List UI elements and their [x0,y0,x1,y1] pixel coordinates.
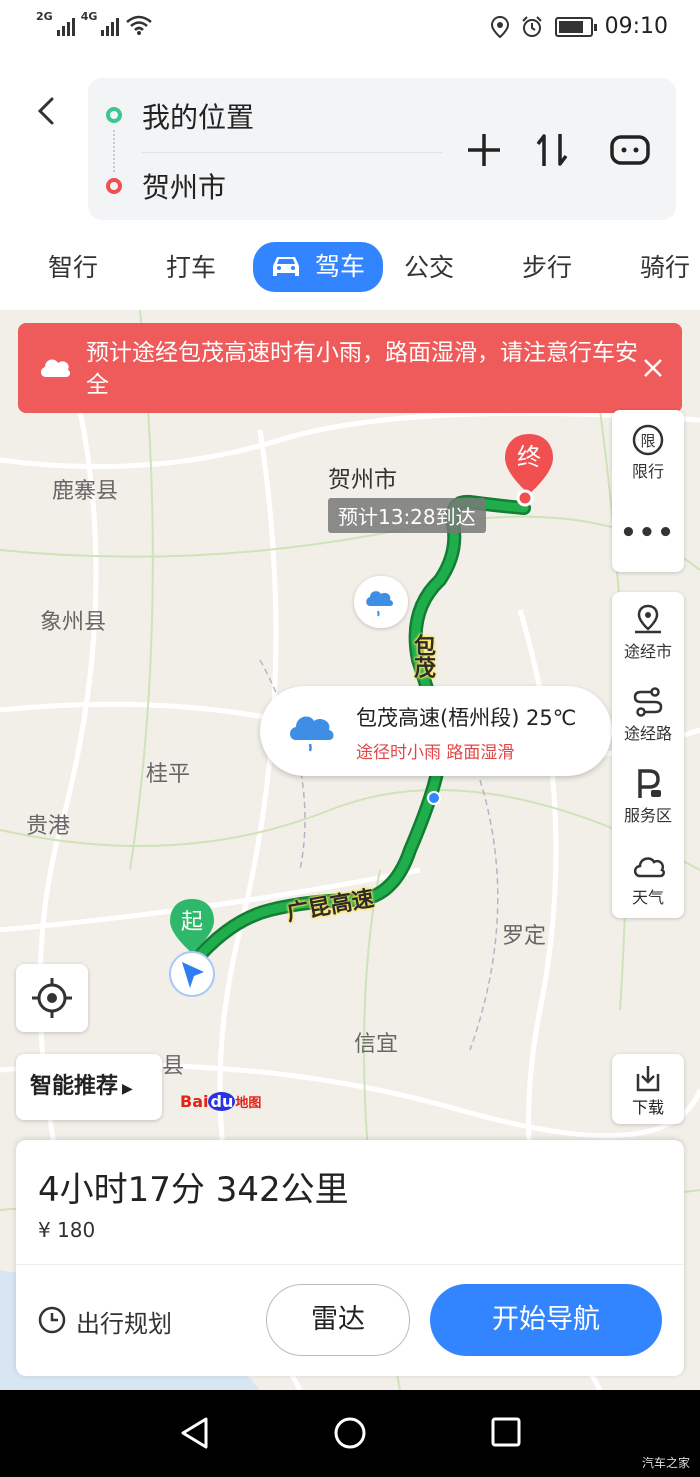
swap-route-icon[interactable] [532,130,572,170]
battery-icon [554,16,597,37]
route-summary-card: 4小时17分 342公里 ¥ 180 出行规划 雷达 开始导航 [16,1140,684,1376]
via-road-button[interactable]: 途经路 [612,686,684,744]
weather-marker[interactable] [354,576,408,628]
route-preference-icon[interactable] [608,130,652,170]
status-right: 09:10 [490,14,668,39]
location-icon [490,15,509,38]
car-icon [273,257,299,276]
signal-2g-icon: 2G [36,11,75,36]
smart-recommend-button[interactable]: 智能推荐 ▶ [16,1054,162,1120]
map-pin-icon [635,604,661,634]
signal-4g-icon: 4G [81,11,120,36]
wifi-icon [126,15,153,35]
weather-button[interactable]: 天气 [612,850,684,908]
download-icon [636,1066,660,1092]
tab-bike[interactable]: 骑行 [640,248,690,288]
tab-walk[interactable]: 步行 [522,248,572,288]
parking-icon [638,769,661,798]
tab-driving[interactable]: 驾车 [253,242,384,292]
alert-text: 预计途经包茂高速时有小雨，路面湿滑，请注意行车安全 [86,340,638,398]
service-area-button[interactable]: 服务区 [612,768,684,826]
add-waypoint-icon[interactable] [464,130,504,170]
weather-subtitle: 途径时小雨 路面湿滑 [356,743,515,763]
back-triangle-icon[interactable] [178,1416,212,1450]
svg-text:限: 限 [640,432,655,450]
place-label: 鹿寨县 [52,479,119,504]
clock-icon [38,1306,66,1334]
transport-tabs: 智行 打车 驾车 公交 步行 骑行 [0,240,700,296]
cloud-icon [40,359,71,377]
place-label: 象州县 [40,610,107,635]
eta-label: 预计13:28到达 [328,498,486,533]
tab-bus[interactable]: 公交 [404,248,454,288]
place-label: 县 [162,1054,185,1079]
route-weather-card[interactable]: 包茂高速(梧州段) 25℃ 途径时小雨 路面湿滑 [260,686,612,776]
svg-text:终: 终 [517,443,541,471]
toll-cost: ¥ 180 [38,1218,96,1242]
alarm-icon [521,15,542,37]
route-input-box: 我的位置 贺州市 [88,78,676,220]
route-icon [633,687,663,717]
close-icon[interactable] [640,355,666,381]
cloud-icon [633,857,665,878]
current-location-arrow-icon [168,950,216,998]
duration-distance: 4小时17分 342公里 [38,1170,349,1210]
waypoint-marker [427,791,441,805]
route-header: 我的位置 贺州市 智行 打车 驾车 公交 步行 骑行 [0,60,700,310]
restriction-icon: 限 [632,424,664,456]
network-indicators: 2G 4G [36,11,153,36]
place-label: 罗定 [502,924,547,949]
crosshair-icon [32,978,72,1018]
download-button[interactable]: 下载 [612,1054,684,1124]
weather-title: 包茂高速(梧州段) 25℃ [356,706,577,730]
home-circle-icon[interactable] [333,1416,367,1450]
place-label: 桂平 [146,762,191,787]
route-connector [113,130,115,172]
more-button[interactable]: ••• [612,518,684,548]
tab-zhixing[interactable]: 智行 [48,248,98,288]
via-city-button[interactable]: 途经市 [612,604,684,662]
clock: 09:10 [604,14,668,39]
place-label: 信宜 [354,1032,399,1057]
rain-cloud-icon [290,716,334,752]
weather-alert-banner: 预计途经包茂高速时有小雨，路面湿滑，请注意行车安全 [18,323,682,413]
system-navigation-bar: 汽车之家 [0,1390,700,1477]
radar-button[interactable]: 雷达 [266,1284,410,1356]
start-navigation-button[interactable]: 开始导航 [430,1284,662,1356]
place-label: 贵港 [26,814,71,839]
svg-text:起: 起 [181,910,203,935]
side-panel-route: 途经市 途经路 服务区 天气 [612,592,684,918]
side-panel-top: 限 限行 ••• [612,410,684,572]
divider [142,152,442,153]
end-dot-icon [106,178,122,194]
restriction-button[interactable]: 限 限行 [612,424,684,482]
end-location-field[interactable]: 贺州市 [142,166,226,206]
road-label-baomao: 包茂 [410,634,435,678]
destination-label: 贺州市 [328,467,397,493]
start-dot-icon [106,107,122,123]
watermark: 汽车之家 [641,1456,690,1470]
locate-button[interactable] [16,964,88,1032]
divider [16,1264,684,1265]
recents-square-icon[interactable] [490,1416,522,1448]
status-bar: 2G 4G 09:10 [0,0,700,60]
tab-taxi[interactable]: 打车 [166,248,216,288]
start-location-field[interactable]: 我的位置 [142,96,254,136]
back-arrow-icon[interactable] [32,96,62,126]
end-pin-icon: 终 [501,432,557,508]
baidu-map-logo: Bai du 地图 [180,1092,262,1111]
trip-plan-button[interactable]: 出行规划 [38,1304,172,1339]
